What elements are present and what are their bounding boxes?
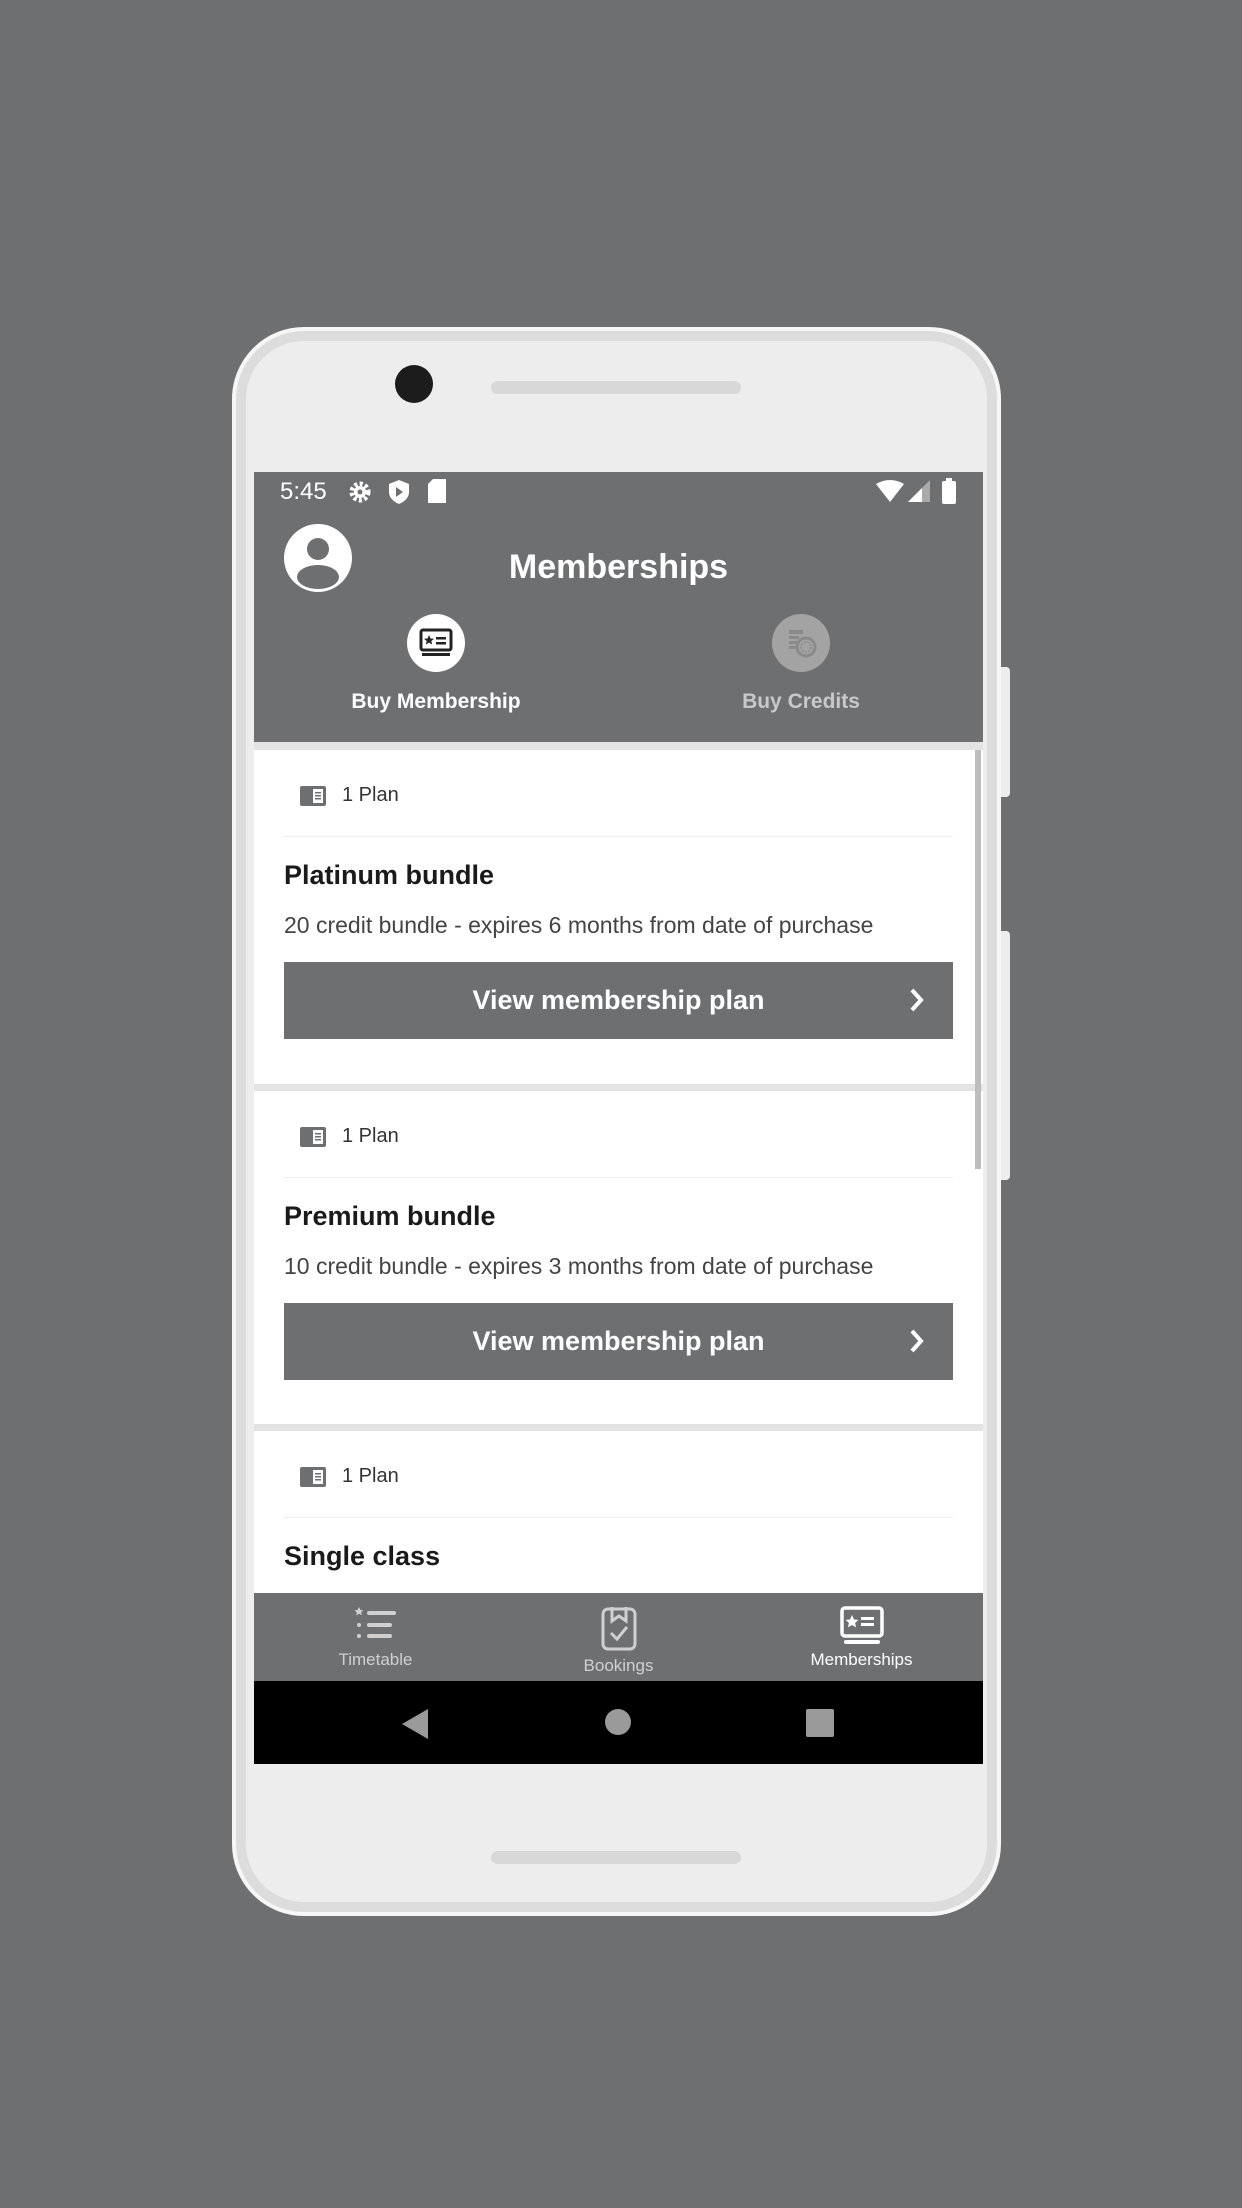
plan-card: 1 Plan Platinum bundle 20 credit bundle … <box>254 750 983 1084</box>
plan-name: Platinum bundle <box>284 860 495 890</box>
tab-label: Buy Credits <box>742 690 860 713</box>
bottom-nav: Timetable Bookings Memberships <box>254 1593 983 1681</box>
tab-buy-credits[interactable]: Buy Credits <box>671 614 931 714</box>
view-membership-plan-button[interactable]: View membership plan <box>284 1303 953 1380</box>
plan-name: Single class <box>284 1541 441 1571</box>
nav-memberships[interactable]: Memberships <box>740 1593 983 1681</box>
status-bar: 5:45 <box>254 472 983 510</box>
plan-book-icon <box>300 1126 326 1147</box>
back-icon[interactable] <box>402 1709 428 1739</box>
button-label: View membership plan <box>472 1326 765 1356</box>
tab-buy-membership[interactable]: Buy Membership <box>306 614 566 714</box>
plan-card: 1 Plan Premium bundle 10 credit bundle -… <box>254 1091 983 1424</box>
plan-book-icon <box>300 1466 326 1487</box>
plan-count: 1 Plan <box>300 1125 399 1148</box>
battery-icon <box>942 478 956 504</box>
top-speaker <box>491 381 741 394</box>
volume-button <box>1001 931 1010 1180</box>
app-header: Memberships Buy Membership Buy Credits <box>254 510 983 742</box>
home-icon[interactable] <box>605 1709 631 1735</box>
nav-label: Memberships <box>810 1650 913 1669</box>
divider <box>284 1517 953 1518</box>
wifi-icon <box>876 480 904 502</box>
chevron-right-icon <box>910 1329 924 1353</box>
front-camera <box>395 365 433 403</box>
system-nav-bar <box>254 1681 983 1764</box>
signal-icon <box>908 480 930 502</box>
plan-name: Premium bundle <box>284 1201 496 1231</box>
coins-icon <box>772 614 830 672</box>
plan-count-label: 1 Plan <box>342 1125 399 1147</box>
nav-label: Timetable <box>338 1650 413 1669</box>
divider <box>284 1177 953 1178</box>
scrollbar[interactable] <box>975 750 981 1169</box>
list-star-icon <box>354 1607 396 1638</box>
membership-card-icon <box>407 614 465 672</box>
plan-description: 20 credit bundle - expires 6 months from… <box>284 912 874 938</box>
power-button <box>1001 667 1010 797</box>
sd-card-icon <box>428 479 446 503</box>
recents-icon[interactable] <box>806 1709 834 1737</box>
clipboard-check-icon <box>601 1607 636 1651</box>
plan-card: 1 Plan Single class <box>254 1431 983 1601</box>
screen: 5:45 Memberships Buy Membership Buy Cred… <box>254 472 983 1764</box>
nav-timetable[interactable]: Timetable <box>254 1593 497 1681</box>
chevron-right-icon <box>910 988 924 1012</box>
tab-label: Buy Membership <box>351 690 521 713</box>
plan-count: 1 Plan <box>300 1465 399 1488</box>
membership-card-icon <box>839 1606 884 1644</box>
nav-label: Bookings <box>583 1656 654 1675</box>
shield-play-icon <box>389 480 409 504</box>
plan-book-icon <box>300 785 326 806</box>
view-membership-plan-button[interactable]: View membership plan <box>284 962 953 1039</box>
plan-description: 10 credit bundle - expires 3 months from… <box>284 1253 874 1279</box>
settings-icon <box>349 481 371 503</box>
status-time: 5:45 <box>280 478 327 505</box>
divider <box>284 836 953 837</box>
plan-count: 1 Plan <box>300 784 399 807</box>
bottom-speaker <box>491 1851 741 1864</box>
nav-bookings[interactable]: Bookings <box>497 1593 740 1681</box>
button-label: View membership plan <box>472 985 765 1015</box>
plan-count-label: 1 Plan <box>342 784 399 806</box>
plan-count-label: 1 Plan <box>342 1465 399 1487</box>
page-title: Memberships <box>508 548 729 586</box>
